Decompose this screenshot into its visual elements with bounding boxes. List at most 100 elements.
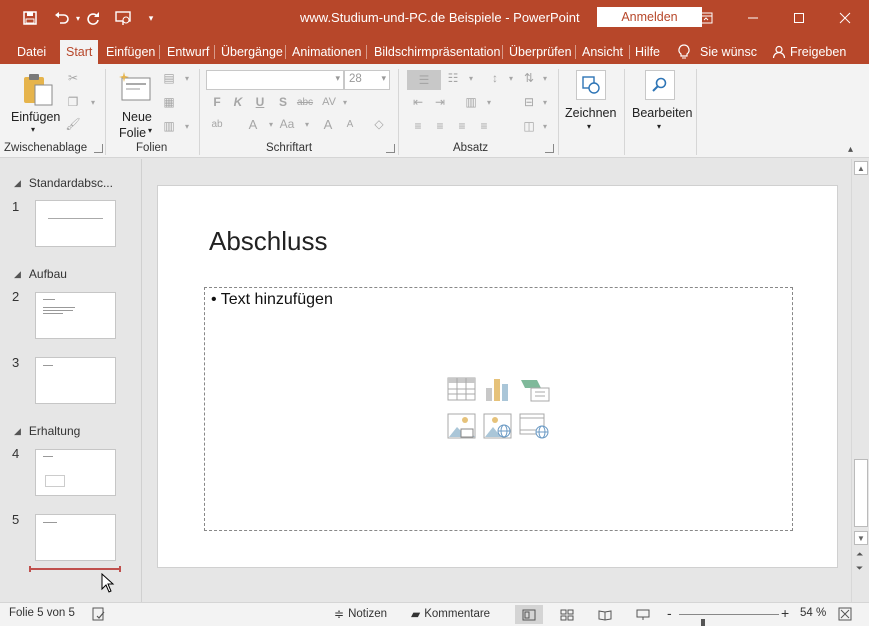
insert-smartart-icon[interactable] <box>519 376 550 404</box>
format-painter-icon[interactable]: 🖌 <box>64 116 82 132</box>
change-case-dropdown-icon[interactable]: ▾ <box>298 116 316 132</box>
columns-icon[interactable]: ▥ <box>462 94 480 110</box>
layout-icon[interactable]: ▤ <box>160 70 178 86</box>
font-launcher-icon[interactable] <box>386 144 395 153</box>
align-right-icon[interactable]: ≡ <box>453 118 471 134</box>
paste-button[interactable]: Einfügen ▾ <box>9 68 61 140</box>
slideshow-view-icon[interactable] <box>629 605 657 624</box>
tab-ueberpruefen[interactable]: Überprüfen <box>503 40 578 64</box>
character-spacing-dropdown-icon[interactable]: ▾ <box>336 94 354 110</box>
tab-animationen[interactable]: Animationen <box>286 40 368 64</box>
italic-icon[interactable]: K <box>229 94 247 110</box>
slide-thumbnail[interactable] <box>35 449 116 496</box>
bullets-icon[interactable]: ☰ <box>407 70 441 90</box>
zoom-slider-thumb[interactable] <box>701 619 706 626</box>
tab-einfuegen[interactable]: Einfügen <box>100 40 161 64</box>
slide-thumbnail[interactable] <box>35 200 116 247</box>
redo-icon[interactable] <box>83 8 103 28</box>
font-color-icon[interactable]: A <box>244 116 262 132</box>
strikethrough-icon[interactable]: abc <box>296 94 314 110</box>
content-placeholder[interactable]: • Text hinzufügen <box>204 287 793 531</box>
fit-to-window-icon[interactable] <box>838 607 852 621</box>
columns-dropdown-icon[interactable]: ▾ <box>480 94 498 110</box>
insert-table-icon[interactable] <box>447 376 477 404</box>
scroll-up-icon[interactable]: ▲ <box>854 161 868 175</box>
start-slideshow-icon[interactable] <box>113 8 133 28</box>
ribbon-display-options-icon[interactable] <box>695 7 717 29</box>
insert-chart-icon[interactable] <box>483 376 513 404</box>
decrease-indent-icon[interactable]: ⇤ <box>409 94 427 110</box>
reading-view-icon[interactable] <box>591 605 619 624</box>
content-placeholder-text[interactable]: • Text hinzufügen <box>211 291 333 309</box>
slide-thumbnail[interactable] <box>35 292 116 339</box>
tab-bildschirmpraesentation[interactable]: Bildschirmpräsentation <box>368 40 506 64</box>
slide-thumbnail[interactable] <box>35 357 116 404</box>
minimize-icon[interactable] <box>742 7 764 29</box>
scroll-down-icon[interactable]: ▼ <box>854 531 868 545</box>
copy-dropdown-icon[interactable]: ▾ <box>84 94 102 110</box>
new-slide-button[interactable]: Neue Folie ▾ <box>110 68 160 140</box>
bold-icon[interactable]: F <box>208 94 226 110</box>
align-center-icon[interactable]: ≡ <box>431 118 449 134</box>
numbering-icon[interactable]: ☷ <box>444 70 462 86</box>
save-icon[interactable] <box>20 8 40 28</box>
tab-uebergaenge[interactable]: Übergänge <box>215 40 289 64</box>
vertical-scrollbar[interactable]: ▲ ▼ ⏶ ⏷ <box>851 159 869 602</box>
clear-formatting-icon[interactable]: ab <box>208 116 226 132</box>
font-size-combo[interactable]: 28 ▾ <box>344 70 390 90</box>
notes-button[interactable]: ≑ Notizen <box>334 607 387 621</box>
normal-view-icon[interactable] <box>515 605 543 624</box>
shrink-font-icon[interactable]: A <box>341 116 359 132</box>
tab-entwurf[interactable]: Entwurf <box>161 40 215 64</box>
smartart-dropdown-icon[interactable]: ▾ <box>536 118 554 134</box>
align-text-dropdown-icon[interactable]: ▾ <box>536 94 554 110</box>
share-button[interactable]: Freigeben <box>766 40 852 64</box>
scroll-thumb[interactable] <box>854 459 868 527</box>
spellcheck-icon[interactable] <box>92 607 106 621</box>
cut-icon[interactable]: ✂ <box>64 70 82 86</box>
section-dropdown-icon[interactable]: ▾ <box>178 118 196 134</box>
layout-dropdown-icon[interactable]: ▾ <box>178 70 196 86</box>
increase-indent-icon[interactable]: ⇥ <box>431 94 449 110</box>
slide-sorter-icon[interactable] <box>553 605 581 624</box>
customize-qat-icon[interactable]: ▾ <box>141 8 161 28</box>
zoom-in-button[interactable]: + <box>781 605 789 621</box>
slide-canvas[interactable]: Abschluss • Text hinzufügen <box>157 185 838 568</box>
slide-thumbnail[interactable] <box>35 514 116 561</box>
reset-icon[interactable]: ▦ <box>160 94 178 110</box>
comments-button[interactable]: ▰ Kommentare <box>411 607 490 621</box>
previous-slide-icon[interactable]: ⏶ <box>856 549 863 560</box>
text-direction-dropdown-icon[interactable]: ▾ <box>536 70 554 86</box>
zoom-slider[interactable] <box>679 614 779 626</box>
maximize-icon[interactable] <box>788 7 810 29</box>
align-left-icon[interactable]: ≡ <box>409 118 427 134</box>
tab-hilfe[interactable]: Hilfe <box>629 40 666 64</box>
zoom-level[interactable]: 54 % <box>800 607 826 619</box>
slide-title[interactable]: Abschluss <box>209 226 328 257</box>
zoom-out-button[interactable]: - <box>667 605 672 621</box>
tab-ansicht[interactable]: Ansicht <box>576 40 629 64</box>
tab-datei[interactable]: Datei <box>11 40 52 64</box>
insert-video-icon[interactable] <box>519 412 549 440</box>
numbering-dropdown-icon[interactable]: ▾ <box>462 70 480 86</box>
drawing-button[interactable]: Zeichnen ▾ <box>562 68 620 140</box>
next-slide-icon[interactable]: ⏷ <box>856 563 863 574</box>
line-spacing-dropdown-icon[interactable]: ▾ <box>502 70 520 86</box>
underline-icon[interactable]: U <box>251 94 269 110</box>
section-icon[interactable]: ▥ <box>160 118 178 134</box>
insert-picture-icon[interactable] <box>447 412 477 440</box>
section-header[interactable]: ◢ Standardabsc... <box>14 176 113 190</box>
copy-icon[interactable]: ❐ <box>64 94 82 110</box>
eraser-icon[interactable]: ◇ <box>370 116 388 132</box>
section-header[interactable]: ◢ Aufbau <box>14 267 67 281</box>
signin-button[interactable]: Anmelden <box>597 7 702 27</box>
collapse-ribbon-icon[interactable]: ▴ <box>848 144 853 155</box>
close-icon[interactable] <box>834 7 856 29</box>
section-header[interactable]: ◢ Erhaltung <box>14 424 80 438</box>
insert-online-picture-icon[interactable] <box>483 412 513 440</box>
editing-button[interactable]: Bearbeiten ▾ <box>628 68 692 140</box>
change-case-icon[interactable]: Aa <box>278 116 296 132</box>
paragraph-launcher-icon[interactable] <box>545 144 554 153</box>
tab-start[interactable]: Start <box>60 40 99 64</box>
font-name-combo[interactable]: ▾ <box>206 70 344 90</box>
